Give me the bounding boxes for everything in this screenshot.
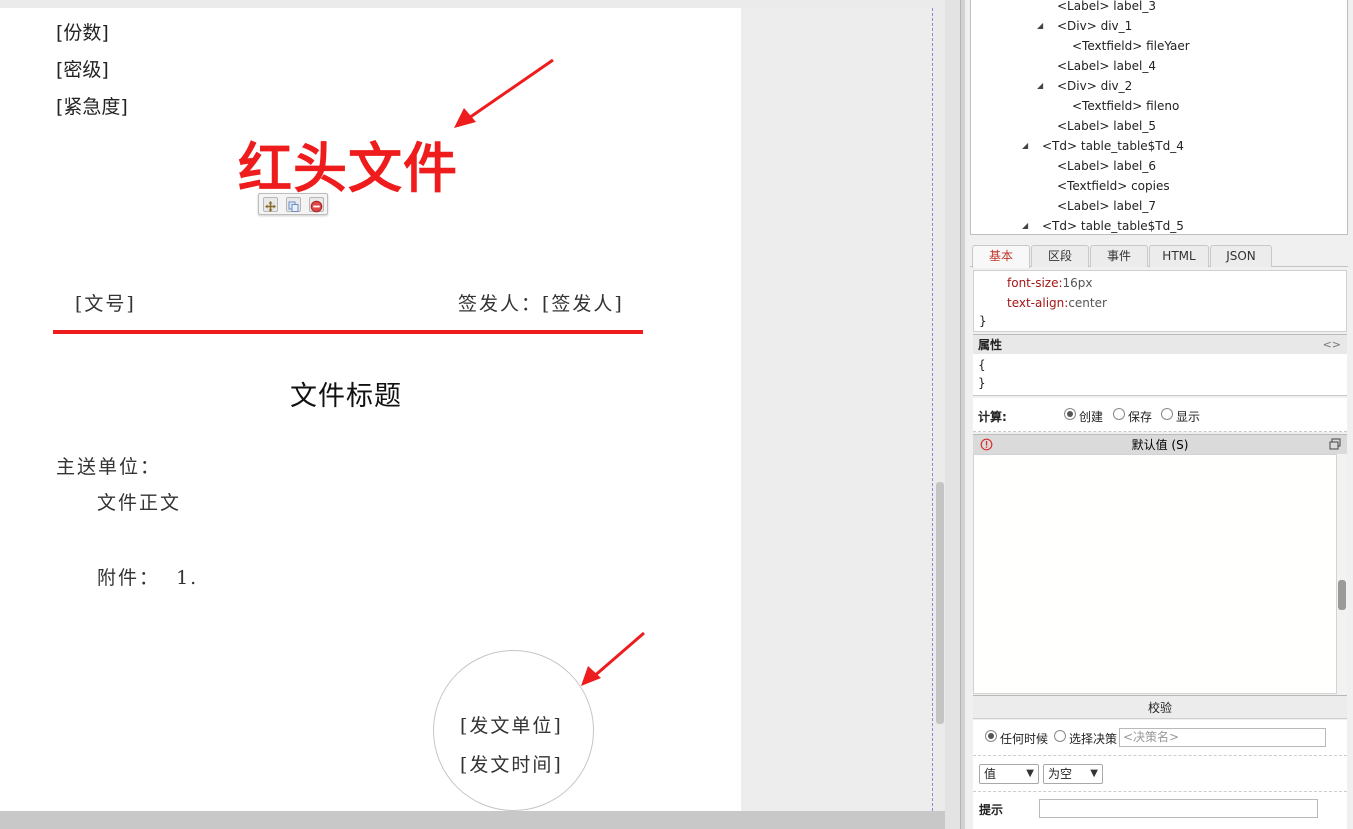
copy-icon[interactable] xyxy=(286,197,301,212)
annotation-arrow-bottom xyxy=(581,631,645,686)
tree-node[interactable]: <Td> table_table$Td_5 xyxy=(1042,216,1184,234)
calc-row: 计算: 创建 保存 显示 xyxy=(973,398,1347,432)
red-header-title[interactable]: 红头文件 xyxy=(238,124,458,203)
tree-toggle-icon[interactable]: ◢ xyxy=(1022,216,1028,234)
properties-panel: <Label> label_3 ◢ <Div> div_1 <Textfield… xyxy=(965,0,1353,829)
attachment-label[interactable]: 附件： 1. xyxy=(97,563,198,590)
property-tabs: 基本 区段 事件 HTML JSON xyxy=(970,241,1348,268)
row-divider xyxy=(973,791,1347,792)
attr-close-brace: } xyxy=(978,376,986,390)
delete-icon[interactable] xyxy=(309,197,324,213)
tab-events[interactable]: 事件 xyxy=(1090,245,1148,267)
tree-node[interactable]: <Div> div_2 xyxy=(1057,76,1132,96)
tab-html[interactable]: HTML xyxy=(1149,245,1209,267)
tree-toggle-icon[interactable]: ◢ xyxy=(1037,16,1043,36)
empty-select-text: 为空 xyxy=(1048,767,1073,781)
css-rule: font-size:16px xyxy=(1007,276,1093,290)
css-value: 16px xyxy=(1062,276,1093,290)
signer-field[interactable]: 签发人：[签发人] xyxy=(458,289,624,316)
calc-label: 计算: xyxy=(978,410,1007,424)
decision-label[interactable]: 选择决策 xyxy=(1069,730,1117,747)
row-divider xyxy=(973,755,1347,756)
tree-node[interactable]: <Label> label_3 xyxy=(1057,0,1156,16)
chevron-down-icon: ▼ xyxy=(1026,768,1034,779)
decision-name-input[interactable]: <决策名> xyxy=(1119,728,1326,747)
calc-create-radio[interactable] xyxy=(1064,408,1076,420)
default-value-heading: 默认值 (S) xyxy=(1131,438,1189,452)
panel-scrollbar[interactable] xyxy=(1337,454,1347,694)
app-root: [份数] [密级] [紧急度] 红头文件 [文号] 签发人：[签发人] 文件标题… xyxy=(0,0,1353,829)
validation-header: 校验 xyxy=(973,695,1347,719)
urgency-field[interactable]: [紧急度] xyxy=(56,92,128,119)
tree-node[interactable]: <Label> label_7 xyxy=(1057,196,1156,216)
code-toggle-icon[interactable]: <> xyxy=(1323,335,1341,355)
anytime-label[interactable]: 任何时候 xyxy=(1000,730,1048,747)
page-boundary-line xyxy=(932,8,933,811)
canvas-gutter xyxy=(741,8,932,811)
hint-input[interactable] xyxy=(1039,799,1318,818)
css-close-brace: } xyxy=(979,314,987,328)
tree-toggle-icon[interactable]: ◢ xyxy=(1022,136,1028,156)
issuer-field[interactable]: [发文单位] xyxy=(460,711,563,738)
tab-json[interactable]: JSON xyxy=(1210,245,1272,267)
recipient-label[interactable]: 主送单位： xyxy=(56,452,161,479)
move-icon[interactable] xyxy=(263,197,278,212)
default-value-editor[interactable] xyxy=(973,454,1337,694)
tab-basic[interactable]: 基本 xyxy=(972,245,1030,268)
default-value-header: 默认值 (S) xyxy=(973,434,1347,454)
decision-radio[interactable] xyxy=(1054,730,1066,742)
anytime-radio[interactable] xyxy=(985,730,997,742)
element-float-toolbar xyxy=(258,193,328,215)
tree-node[interactable]: <Textfield> fileYaer xyxy=(1072,36,1190,56)
canvas-bottom-edge xyxy=(0,811,945,829)
hint-label: 提示 xyxy=(979,803,1004,817)
calc-display-label[interactable]: 显示 xyxy=(1176,408,1200,425)
body-text[interactable]: 文件正文 xyxy=(97,488,181,515)
panel-scrollbar-thumb[interactable] xyxy=(1338,580,1346,610)
chevron-down-icon: ▼ xyxy=(1090,768,1098,779)
tree-node[interactable]: <Div> div_1 xyxy=(1057,16,1132,36)
tree-toggle-icon[interactable]: ◢ xyxy=(1037,76,1043,96)
document-canvas: [份数] [密级] [紧急度] 红头文件 [文号] 签发人：[签发人] 文件标题… xyxy=(0,0,945,829)
calc-save-radio[interactable] xyxy=(1113,408,1125,420)
copies-field[interactable]: [份数] xyxy=(56,18,109,45)
attributes-header: 属性 <> xyxy=(973,334,1347,354)
annotation-arrow-top xyxy=(454,58,554,128)
doc-number-field[interactable]: [文号] xyxy=(75,289,136,316)
calc-create-label[interactable]: 创建 xyxy=(1079,408,1103,425)
value-select-text: 值 xyxy=(984,767,997,781)
component-tree: <Label> label_3 ◢ <Div> div_1 <Textfield… xyxy=(970,0,1348,235)
css-property: text-align xyxy=(1007,296,1065,310)
tree-node[interactable]: <Label> label_5 xyxy=(1057,116,1156,136)
style-editor[interactable]: font-size:16px text-align:center } xyxy=(973,270,1347,332)
tree-node[interactable]: <Textfield> copies xyxy=(1057,176,1170,196)
css-value: center xyxy=(1068,296,1107,310)
secrecy-field[interactable]: [密级] xyxy=(56,55,109,82)
tree-node[interactable]: <Td> table_table$Td_4 xyxy=(1042,136,1184,156)
css-rule: text-align:center xyxy=(1007,296,1107,310)
calc-save-label[interactable]: 保存 xyxy=(1128,408,1152,425)
css-property: font-size xyxy=(1007,276,1059,290)
tree-node[interactable]: <Textfield> fileno xyxy=(1072,96,1179,116)
tree-node[interactable]: <Label> label_6 xyxy=(1057,156,1156,176)
document-title[interactable]: 文件标题 xyxy=(290,374,402,413)
canvas-scrollbar-thumb[interactable] xyxy=(936,482,944,724)
attr-open-brace: { xyxy=(978,358,986,372)
tab-section[interactable]: 区段 xyxy=(1031,245,1089,267)
attributes-heading: 属性 xyxy=(978,338,1003,352)
validation-section: 任何时候 选择决策 <决策名> 值 ▼ 为空 ▼ 提示 xyxy=(973,720,1347,829)
tree-node[interactable]: <Label> label_4 xyxy=(1057,56,1156,76)
red-separator-line xyxy=(53,330,643,334)
empty-select[interactable]: 为空 ▼ xyxy=(1043,764,1103,784)
issue-time-field[interactable]: [发文时间] xyxy=(460,750,563,777)
calc-display-radio[interactable] xyxy=(1161,408,1173,420)
window-icon[interactable] xyxy=(1329,438,1341,453)
attributes-editor[interactable]: { } xyxy=(973,354,1347,396)
value-select[interactable]: 值 ▼ xyxy=(979,764,1039,784)
